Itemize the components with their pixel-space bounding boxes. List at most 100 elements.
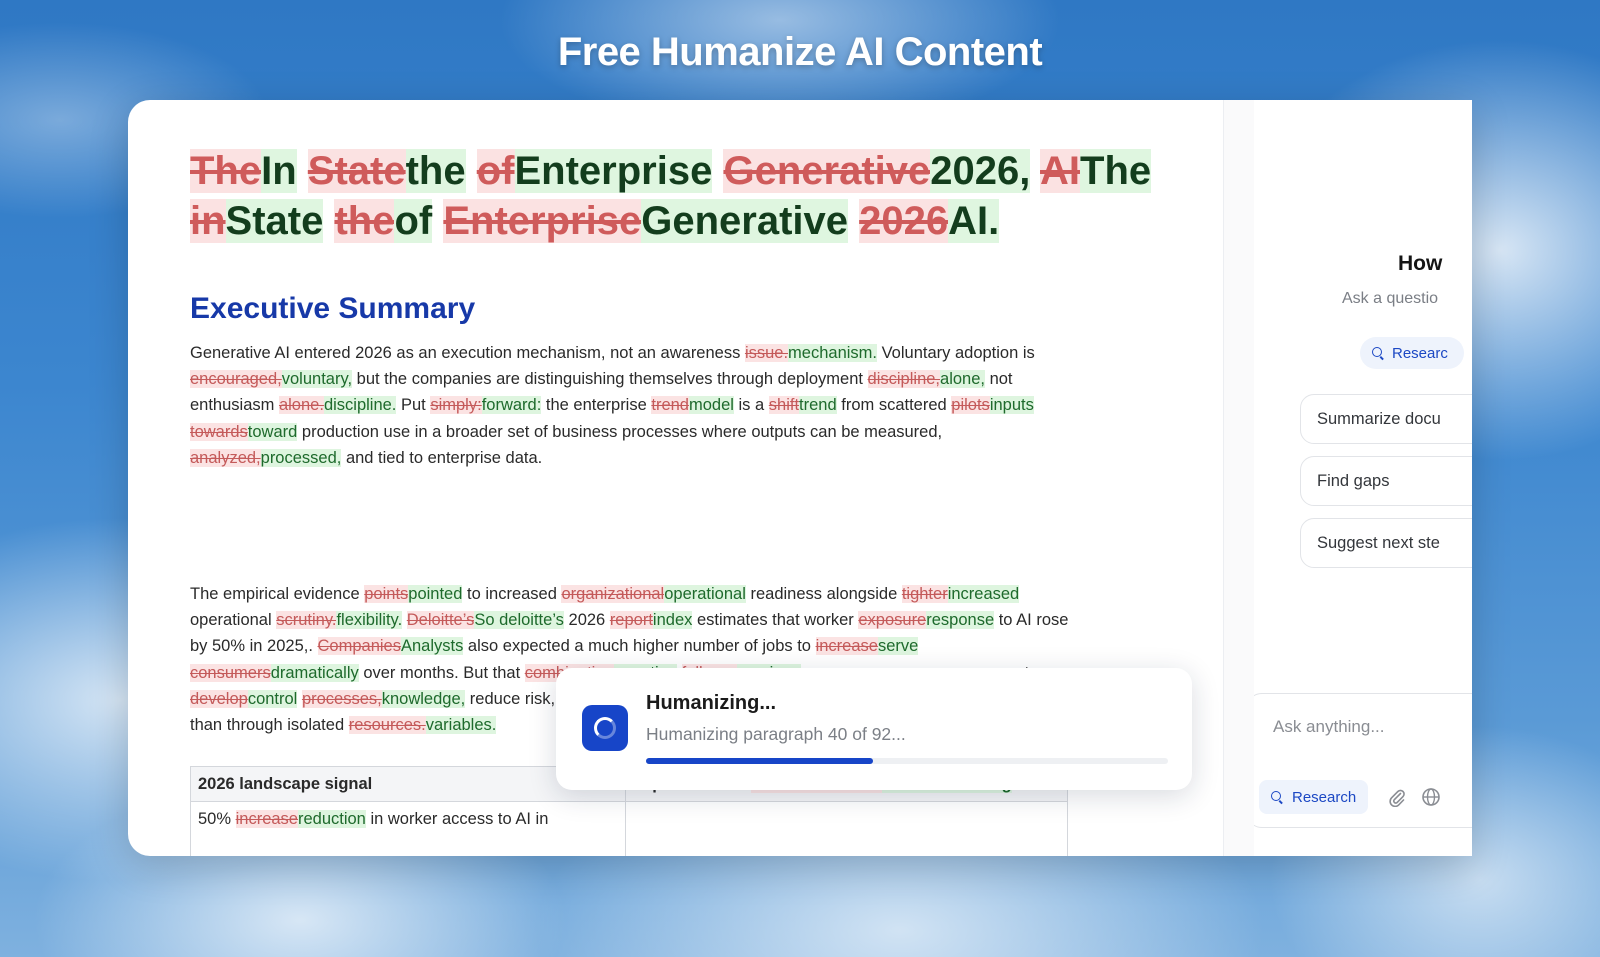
text-run: than through isolated [190,716,349,735]
deleted-text: points [364,585,409,603]
suggestion-find-gaps[interactable]: Find gaps [1300,456,1472,506]
research-chip[interactable]: Researc [1360,337,1464,369]
inserted-text: alone, [940,370,985,389]
deleted-text: Enterprise [443,199,642,243]
deleted-text: tighter [901,585,948,603]
deleted-text: pilots [951,396,990,415]
document-title[interactable]: TheIn Statethe ofEnterprise Generative20… [190,146,1190,246]
inserted-text: inputs [989,396,1034,415]
text-run [432,199,443,243]
inserted-text: pointed [408,585,463,603]
text-run [1030,149,1040,193]
inserted-text: increased [947,585,1020,603]
table-cell[interactable] [625,801,1068,856]
deleted-text: of [476,149,515,193]
deleted-text: increase [815,637,878,656]
table-row: 50% increasereduction in worker access t… [190,801,1068,856]
inserted-text: control [247,689,298,708]
deleted-text: Deloitte’s [406,611,475,630]
deleted-text: discipline, [867,370,941,389]
progress-bar [646,758,1168,764]
text-run [712,149,723,193]
suggestion-next-steps[interactable]: Suggest next ste [1300,518,1472,568]
deleted-text: scrutiny. [276,611,337,630]
text-run [297,149,308,193]
deleted-text: the [334,199,395,243]
inserted-text: discipline. [323,396,397,415]
deleted-text: simply: [430,396,482,415]
research-button-label: Research [1292,788,1357,806]
table-cell[interactable]: 50% increasereduction in worker access t… [190,801,626,856]
deleted-text: develop [190,689,248,708]
text-run: also expected a much higher number of jo… [463,637,816,656]
document-editor[interactable]: TheIn Statethe ofEnterprise Generative20… [128,100,1223,856]
inserted-text: Generative [641,199,849,243]
research-chip-label: Researc [1392,344,1448,362]
suggestion-summarize[interactable]: Summarize docu [1300,394,1472,444]
text-run: Voluntary adoption is [877,344,1035,362]
inserted-text: dramatically [270,663,359,682]
inserted-text: Enterprise [514,149,713,193]
deleted-text: encouraged, [190,370,282,389]
inserted-text: 2026, [930,149,1031,193]
search-icon [1271,791,1283,803]
deleted-text: processes, [301,689,382,708]
text-run: to increased [462,585,562,603]
deleted-text: 2026 [859,199,949,243]
inserted-text: reduction [297,810,366,828]
inserted-text: The [1080,149,1152,193]
deleted-text: trend [651,396,689,415]
text-run: 2026 [563,611,610,630]
chat-input[interactable] [1271,716,1472,738]
inserted-text: serve [877,637,919,656]
section-heading-executive-summary[interactable]: Executive Summary [190,292,475,326]
text-run: is a [733,396,769,415]
deleted-text: organizational [561,585,665,603]
page-heading: Free Humanize AI Content [557,30,1043,74]
text-run: over months. But that [358,663,525,682]
text-run [466,149,477,193]
text-run: production use in a broader set of busin… [297,422,943,441]
deleted-text: report [609,611,653,630]
chat-greeting: How [1398,252,1443,275]
deleted-text: analyzed, [190,448,261,467]
inserted-text: In [261,149,297,193]
research-button[interactable]: Research [1259,780,1369,814]
search-icon [1372,347,1384,359]
text-run: operational [190,611,277,630]
deleted-text: Generative [723,149,931,193]
inserted-text: response [926,611,995,630]
inserted-text: So deloitte’s [474,611,564,630]
inserted-text: voluntary, [281,370,353,389]
globe-icon[interactable] [1421,787,1441,807]
paperclip-icon[interactable] [1387,787,1407,807]
deleted-text: towards [190,422,248,441]
text-run: estimates that worker [692,611,859,630]
text-run: The empirical evidence [190,585,365,603]
inserted-text: the [405,149,466,193]
deleted-text: Companies [317,637,401,656]
chat-helper-text: Ask a questio [1342,290,1439,307]
text-run: readiness alongside [745,585,902,603]
inserted-text: mechanism. [788,344,877,362]
humanizing-toast: Humanizing... Humanizing paragraph 40 of… [556,668,1192,790]
pane-divider[interactable] [1223,100,1255,856]
deleted-text: AI [1040,149,1081,193]
chat-composer: Research [1254,693,1472,828]
deleted-text: alone. [278,396,324,415]
inserted-text: flexibility. [336,611,403,630]
inserted-text: trend [799,396,837,415]
inserted-text: processed, [260,448,342,467]
inserted-text: toward [247,422,298,441]
inserted-text: forward: [481,396,542,415]
paragraph-1[interactable]: Generative AI entered 2026 as an executi… [190,340,1090,471]
inserted-text: AI. [948,199,1000,243]
text-run: and tied to enterprise data. [341,448,543,467]
inserted-text: Analysts [400,637,464,656]
text-run: from scattered [836,396,952,415]
text-run: 2026 landscape signal [198,775,373,793]
text-run: the enterprise [541,396,652,415]
inserted-text: variables. [425,716,497,735]
deleted-text: consumers [190,663,271,682]
deleted-text: The [190,149,262,193]
